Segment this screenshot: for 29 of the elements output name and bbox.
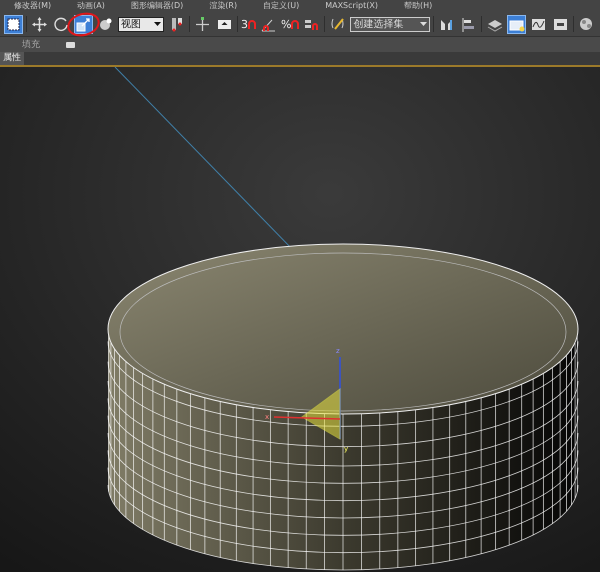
snap-toggle[interactable]: 3 bbox=[241, 14, 256, 34]
caret-icon bbox=[154, 22, 161, 26]
select-region-icon bbox=[5, 16, 22, 32]
dropdown[interactable]: 创建选择集 bbox=[350, 16, 430, 32]
menu-item[interactable]: 自定义(U) bbox=[263, 1, 300, 11]
dropdown-icon bbox=[66, 42, 75, 48]
menu-item[interactable]: 渲染(R) bbox=[209, 1, 238, 11]
caret-icon bbox=[420, 22, 428, 26]
rotate-icon bbox=[53, 16, 70, 32]
sphere-icon bbox=[97, 16, 114, 32]
menu-item[interactable]: MAXScript(X) bbox=[325, 1, 378, 11]
ribbon-label: 填充 bbox=[22, 38, 40, 51]
toolbar-button[interactable] bbox=[193, 14, 212, 34]
magnet-icon bbox=[248, 20, 256, 28]
menu-item[interactable]: 帮助(H) bbox=[404, 1, 432, 11]
menu-item[interactable]: 图形编辑器(D) bbox=[130, 1, 184, 11]
menu-item[interactable]: 修改器(M) bbox=[14, 1, 52, 11]
dropdown[interactable]: 视图 bbox=[118, 16, 164, 32]
snap-toggle[interactable]: % bbox=[281, 14, 300, 34]
crosshair-icon bbox=[194, 16, 211, 32]
toolbar-button[interactable] bbox=[30, 14, 49, 34]
toolbar-button[interactable] bbox=[4, 14, 23, 34]
pencil-icon bbox=[329, 16, 346, 32]
scale-icon bbox=[75, 16, 92, 32]
move-icon bbox=[31, 16, 48, 32]
panel-tab[interactable]: 属性 bbox=[0, 52, 24, 65]
menu-item[interactable]: 动画(A) bbox=[77, 1, 105, 11]
transform-gizmo[interactable] bbox=[274, 357, 341, 440]
magnet-icon bbox=[291, 20, 300, 28]
